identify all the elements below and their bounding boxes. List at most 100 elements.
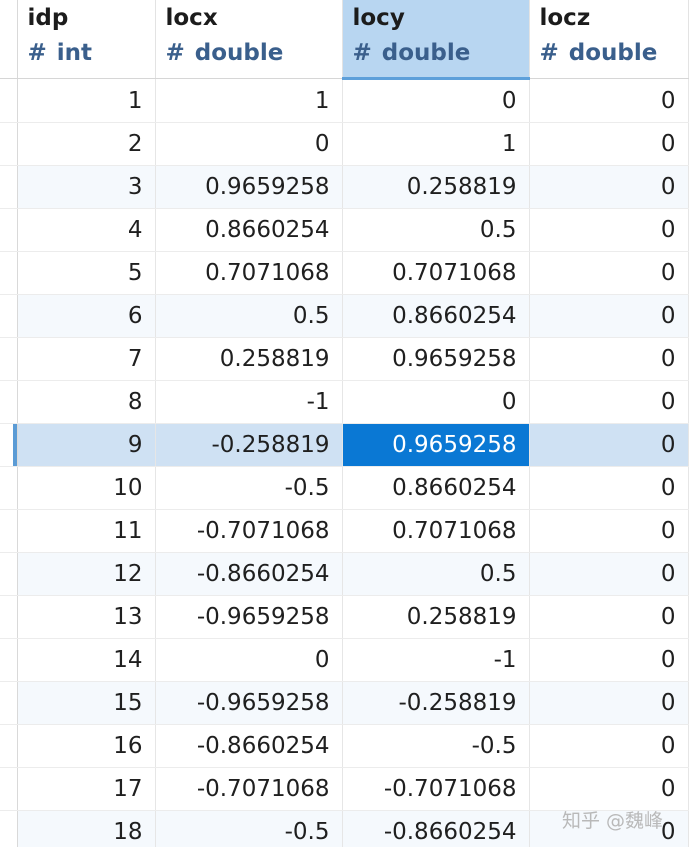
cell-locx[interactable]: 0.8660254 [155,208,343,252]
cell-locz[interactable]: 0 [529,122,689,166]
row-selector[interactable] [0,165,18,209]
cell-idp[interactable]: 5 [17,251,156,295]
cell-idp[interactable]: 10 [17,466,156,510]
column-header-idp[interactable]: idp # int [17,0,156,79]
row-selector[interactable] [0,380,18,424]
cell-locy[interactable]: -1 [342,638,530,682]
cell-locy[interactable]: -0.258819 [342,681,530,725]
row-selector[interactable] [0,294,18,338]
cell-locz[interactable]: 0 [529,638,689,682]
cell-locy[interactable]: 0.7071068 [342,251,530,295]
cell-idp[interactable]: 14 [17,638,156,682]
cell-locy[interactable]: 0.8660254 [342,466,530,510]
cell-locz[interactable]: 0 [529,724,689,768]
cell-locz[interactable]: 0 [529,552,689,596]
cell-locy[interactable]: 0.9659258 [342,337,530,381]
cell-locx[interactable]: 0.9659258 [155,165,343,209]
cell-idp[interactable]: 15 [17,681,156,725]
cell-locx[interactable]: -0.9659258 [155,595,343,639]
cell-locy[interactable]: -0.8660254 [342,810,530,847]
cell-locx[interactable]: 1 [155,78,343,123]
cell-locx[interactable]: -1 [155,380,343,424]
cell-locx[interactable]: 0 [155,122,343,166]
cell-locz[interactable]: 0 [529,595,689,639]
cell-locy[interactable]: 0.8660254 [342,294,530,338]
cell-idp[interactable]: 4 [17,208,156,252]
row-header-gutter[interactable] [0,0,18,79]
table-row[interactable]: 14 0 -1 0 [0,638,689,682]
cell-locz[interactable]: 0 [529,251,689,295]
cell-idp[interactable]: 7 [17,337,156,381]
cell-locy[interactable]: 0.258819 [342,165,530,209]
table-row[interactable]: 12 -0.8660254 0.5 0 [0,552,689,596]
table-row[interactable]: 1100 [0,78,689,123]
cell-locx[interactable]: -0.7071068 [155,509,343,553]
cell-locx[interactable]: -0.8660254 [155,724,343,768]
row-selector[interactable] [0,810,18,847]
cell-locz[interactable]: 0 [529,337,689,381]
cell-locy[interactable]: 0.258819 [342,595,530,639]
table-row[interactable]: 3 0.9659258 0.258819 0 [0,165,689,209]
cell-locy[interactable]: 0.5 [342,208,530,252]
cell-locz[interactable]: 0 [529,165,689,209]
row-selector[interactable] [0,251,18,295]
cell-idp[interactable]: 2 [17,122,156,166]
cell-locx[interactable]: -0.8660254 [155,552,343,596]
row-selector[interactable] [0,337,18,381]
cell-locx[interactable]: -0.5 [155,810,343,847]
column-header-locx[interactable]: locx # double [155,0,343,79]
cell-locx[interactable]: 0.258819 [155,337,343,381]
cell-idp[interactable]: 11 [17,509,156,553]
table-row[interactable]: 11 -0.7071068 0.7071068 0 [0,509,689,553]
column-header-locz[interactable]: locz # double [529,0,689,79]
table-row[interactable]: 10 -0.5 0.8660254 0 [0,466,689,510]
table-row[interactable]: 7 0.258819 0.9659258 0 [0,337,689,381]
row-selector[interactable] [0,122,18,166]
cell-locy[interactable]: 1 [342,122,530,166]
cell-locx[interactable]: 0.5 [155,294,343,338]
cell-locy[interactable]: -0.7071068 [342,767,530,811]
row-selector[interactable] [0,509,18,553]
row-selector[interactable] [0,466,18,510]
cell-idp[interactable]: 9 [17,423,156,467]
row-selector[interactable] [0,552,18,596]
cell-idp[interactable]: 6 [17,294,156,338]
table-row[interactable]: 6 0.5 0.8660254 0 [0,294,689,338]
table-row[interactable]: 9 -0.258819 0.9659258 0 [0,423,689,467]
cell-locz[interactable]: 0 [529,681,689,725]
cell-locz[interactable]: 0 [529,208,689,252]
row-selector[interactable] [0,681,18,725]
cell-idp[interactable]: 17 [17,767,156,811]
cell-locy[interactable]: -0.5 [342,724,530,768]
cell-locy[interactable]: 0.9659258 [342,423,530,467]
cell-locx[interactable]: -0.7071068 [155,767,343,811]
cell-locy[interactable]: 0 [342,78,530,123]
cell-idp[interactable]: 1 [17,78,156,123]
cell-locz[interactable]: 0 [529,380,689,424]
cell-locz[interactable]: 0 [529,294,689,338]
row-selector[interactable] [0,208,18,252]
table-row[interactable]: 17 -0.7071068 -0.7071068 0 [0,767,689,811]
table-row[interactable]: 16 -0.8660254 -0.5 0 [0,724,689,768]
cell-idp[interactable]: 8 [17,380,156,424]
cell-locx[interactable]: -0.258819 [155,423,343,467]
cell-locz[interactable]: 0 [529,509,689,553]
cell-idp[interactable]: 12 [17,552,156,596]
column-header-locy[interactable]: locy # double [342,0,530,80]
row-selector[interactable] [0,638,18,682]
table-row[interactable]: 15 -0.9659258 -0.258819 0 [0,681,689,725]
cell-locx[interactable]: -0.9659258 [155,681,343,725]
cell-idp[interactable]: 16 [17,724,156,768]
cell-locz[interactable]: 0 [529,466,689,510]
cell-locz[interactable]: 0 [529,78,689,123]
cell-locy[interactable]: 0.5 [342,552,530,596]
row-selector[interactable] [0,78,18,123]
data-grid[interactable]: idp # int locx # double locy # double locz … [0,0,692,847]
table-row[interactable]: 4 0.8660254 0.5 0 [0,208,689,252]
cell-locy[interactable]: 0 [342,380,530,424]
cell-locx[interactable]: -0.5 [155,466,343,510]
row-selector[interactable] [0,724,18,768]
table-row[interactable]: 13 -0.9659258 0.258819 0 [0,595,689,639]
table-row[interactable]: 5 0.7071068 0.7071068 0 [0,251,689,295]
cell-locz[interactable]: 0 [529,423,689,467]
